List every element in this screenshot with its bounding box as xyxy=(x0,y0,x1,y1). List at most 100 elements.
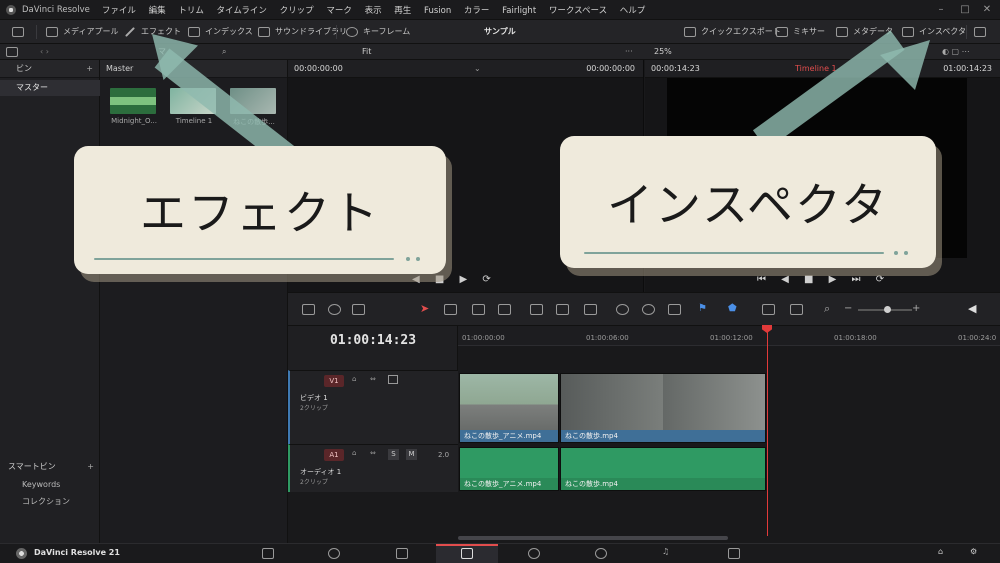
fairlight-page-icon[interactable]: ♫ xyxy=(662,547,669,556)
minimize-icon[interactable]: – xyxy=(930,0,952,20)
playhead[interactable] xyxy=(767,326,768,536)
export-icon xyxy=(684,26,696,37)
menu-fairlight[interactable]: Fairlight xyxy=(502,6,536,16)
fit-dropdown[interactable]: Fit xyxy=(362,44,371,60)
clip-thumbnail-audio[interactable] xyxy=(110,88,156,114)
viewer-options-icon[interactable]: ◐ ▢ ⋯ xyxy=(942,44,970,60)
track-visibility-icon[interactable] xyxy=(388,375,398,384)
dynamic-trim-icon[interactable] xyxy=(498,304,511,315)
zoom-in-icon[interactable]: + xyxy=(912,303,920,314)
menu-color[interactable]: カラー xyxy=(464,6,490,16)
auto-select-icon[interactable]: ⇔ xyxy=(370,449,376,457)
video-clip[interactable]: ねこの散歩_アニメ.mp4 xyxy=(459,373,559,443)
zoom-dropdown[interactable]: 25% xyxy=(654,44,672,60)
microphone-icon[interactable] xyxy=(352,304,365,315)
quick-export-button[interactable]: クイックエクスポート xyxy=(684,20,781,44)
source-transport-controls[interactable]: ◀ ■ ▶ ⟳ xyxy=(412,274,497,285)
expand-icon[interactable] xyxy=(974,20,991,44)
timeline-viewer-header: 00:00:14:23 Timeline 1 01:00:14:23 xyxy=(645,60,1000,78)
keyframe-button[interactable]: キーフレーム xyxy=(346,20,410,44)
settings-gear-icon[interactable]: ⚙ xyxy=(970,547,977,556)
cut-page-icon[interactable] xyxy=(328,548,340,559)
card-dot xyxy=(904,251,908,255)
eye-icon[interactable] xyxy=(328,304,341,315)
timeline-ruler[interactable]: 01:00:00:00 01:00:06:00 01:00:12:00 01:0… xyxy=(458,326,1000,346)
menu-workspace[interactable]: ワークスペース xyxy=(549,6,607,16)
timeline-transport-controls[interactable]: ⏮ ◀ ■ ▶ ⏭ ⟳ xyxy=(757,274,890,285)
timeline-view-icon[interactable] xyxy=(302,304,315,315)
menu-clip[interactable]: クリップ xyxy=(280,6,314,16)
track-badge[interactable]: A1 xyxy=(324,449,344,461)
add-bin-icon[interactable]: + xyxy=(86,60,93,78)
edit-page-icon[interactable] xyxy=(396,548,408,559)
music-note-icon xyxy=(258,26,270,37)
selection-tool-icon[interactable]: ➤ xyxy=(420,302,429,315)
track-badge[interactable]: V1 xyxy=(324,375,344,387)
search-icon[interactable]: ⌕ xyxy=(222,44,226,60)
snapping-icon[interactable] xyxy=(616,304,629,315)
menu-help[interactable]: ヘルプ xyxy=(620,6,646,16)
panel-toggle-icon[interactable] xyxy=(6,47,18,57)
bin-item-master[interactable]: マスター xyxy=(0,80,100,96)
media-page-icon[interactable] xyxy=(262,548,274,559)
nav-back-icon[interactable]: ‹ › xyxy=(40,44,49,60)
zoom-detail-icon[interactable] xyxy=(790,304,803,315)
auto-select-icon[interactable]: ⇔ xyxy=(370,375,376,383)
solo-button[interactable]: S xyxy=(388,449,399,460)
home-icon[interactable]: ⌂ xyxy=(938,547,943,556)
insert-clip-icon[interactable] xyxy=(530,304,543,315)
index-button[interactable]: インデックス xyxy=(188,20,253,44)
speaker-icon[interactable]: ◀ xyxy=(968,302,976,315)
replace-clip-icon[interactable] xyxy=(584,304,597,315)
media-pool-button[interactable]: メディアプール xyxy=(46,20,118,44)
source-timecode-in: 00:00:00:00 xyxy=(294,64,343,73)
trim-tool-icon[interactable] xyxy=(444,304,457,315)
link-icon[interactable] xyxy=(642,304,655,315)
menu-fusion[interactable]: Fusion xyxy=(424,6,451,16)
audio-clip[interactable]: ねこの散歩_アニメ.mp4 xyxy=(459,447,559,491)
timeline-scrollbar[interactable] xyxy=(458,536,728,540)
lock-icon[interactable]: ⌂ xyxy=(352,449,356,457)
audio-clip[interactable]: ねこの散歩.mp4 xyxy=(560,447,766,491)
zoom-full-icon[interactable] xyxy=(762,304,775,315)
marker-icon[interactable]: ⬟ xyxy=(728,303,737,314)
menu-file[interactable]: ファイル xyxy=(102,6,136,16)
mute-button[interactable]: M xyxy=(406,449,417,460)
menu-timeline[interactable]: タイムライン xyxy=(217,6,267,16)
zoom-search-icon[interactable]: ⌕ xyxy=(824,302,830,316)
add-smart-bin-icon[interactable]: + xyxy=(87,460,94,474)
menu-mark[interactable]: マーク xyxy=(326,6,352,16)
more-options-icon[interactable]: ··· xyxy=(625,44,633,60)
edit-timeline-page-icon[interactable] xyxy=(461,548,473,559)
close-icon[interactable]: ✕ xyxy=(976,0,998,20)
smart-bin-keywords[interactable]: Keywords xyxy=(22,480,60,489)
flag-icon[interactable]: ⚑ xyxy=(698,303,707,314)
workspace-toggle[interactable] xyxy=(12,20,29,44)
lock-icon[interactable] xyxy=(668,304,681,315)
resolve-logo-icon xyxy=(16,548,27,559)
sound-library-button[interactable]: サウンドライブラリ xyxy=(258,20,347,44)
color-page-icon[interactable] xyxy=(595,548,607,559)
zoom-out-icon[interactable]: − xyxy=(844,303,852,314)
clip-name: ねこの散歩.mp4 xyxy=(561,478,765,490)
menu-playback[interactable]: 再生 xyxy=(394,6,411,16)
chevron-down-icon[interactable]: ⌄ xyxy=(474,60,481,78)
inspector-button[interactable]: インスペクタ xyxy=(902,20,966,44)
menu-trim[interactable]: トリム xyxy=(178,6,204,16)
app-logo-icon xyxy=(6,4,16,15)
deliver-page-icon[interactable] xyxy=(728,548,740,559)
lock-icon[interactable]: ⌂ xyxy=(352,375,356,383)
source-timecode-out: 00:00:00:00 xyxy=(586,64,635,73)
video-track-header: V1 ⌂ ⇔ ビデオ 1 2クリップ xyxy=(288,370,458,444)
maximize-icon[interactable]: □ xyxy=(954,0,976,20)
smart-bin-collection[interactable]: コレクション xyxy=(22,496,70,507)
zoom-slider-handle[interactable] xyxy=(884,306,891,313)
overwrite-clip-icon[interactable] xyxy=(556,304,569,315)
menu-view[interactable]: 表示 xyxy=(365,6,382,16)
fusion-page-icon[interactable] xyxy=(528,548,540,559)
menu-edit[interactable]: 編集 xyxy=(149,6,166,16)
blade-tool-icon[interactable] xyxy=(472,304,485,315)
mixer-button[interactable]: ミキサー xyxy=(776,20,825,44)
video-clip[interactable]: ねこの散歩.mp4 xyxy=(560,373,766,443)
timeline-header: 01:00:14:23 xyxy=(288,326,458,370)
